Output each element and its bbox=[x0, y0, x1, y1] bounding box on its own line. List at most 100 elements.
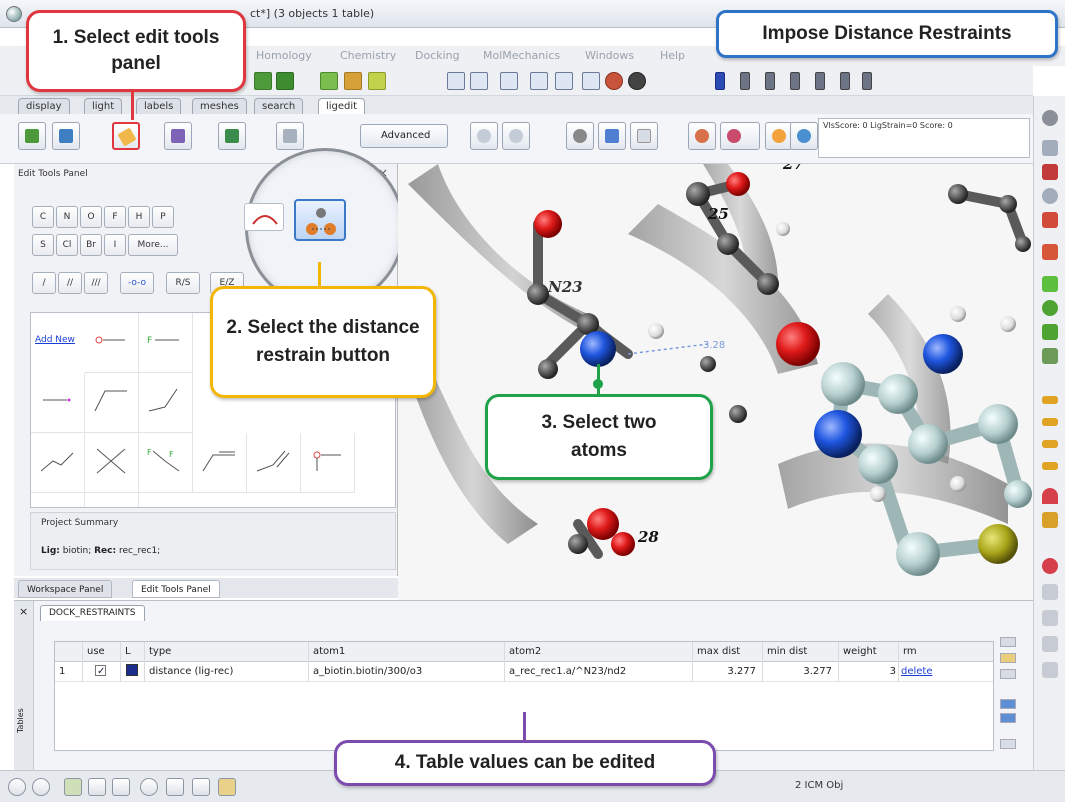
fragment-icon[interactable] bbox=[164, 122, 192, 150]
col-atom1[interactable]: atom1 bbox=[309, 642, 505, 662]
fragment-cell[interactable] bbox=[85, 313, 139, 373]
stop-icon[interactable] bbox=[8, 778, 26, 796]
table-icon[interactable] bbox=[630, 122, 658, 150]
undo-icon[interactable] bbox=[470, 122, 498, 150]
3d-viewport[interactable]: N23 25 27 28 3.28 bbox=[398, 164, 1033, 600]
bond-icon[interactable] bbox=[344, 72, 362, 90]
advanced-dropdown[interactable]: Advanced bbox=[360, 124, 448, 148]
col-use[interactable]: use bbox=[83, 642, 121, 662]
gear-icon[interactable] bbox=[1042, 110, 1058, 126]
green-circle-icon[interactable] bbox=[1042, 300, 1058, 316]
glasses-icon[interactable] bbox=[192, 778, 210, 796]
element-i-button[interactable]: I bbox=[104, 234, 126, 256]
menu-help[interactable]: Help bbox=[660, 49, 685, 62]
align4-icon[interactable] bbox=[1042, 462, 1058, 470]
col-l[interactable]: L bbox=[121, 642, 145, 662]
tab-light[interactable]: light bbox=[84, 98, 123, 114]
fragment-cell[interactable] bbox=[85, 433, 139, 493]
single-bond-button[interactable]: / bbox=[32, 272, 56, 294]
weight-cell[interactable]: 3 bbox=[839, 662, 899, 682]
tab-labels[interactable]: labels bbox=[136, 98, 182, 114]
fragment-cell[interactable] bbox=[85, 373, 139, 433]
menu-homology[interactable]: Homology bbox=[256, 49, 312, 62]
element-o-button[interactable]: O bbox=[80, 206, 102, 228]
split-icon[interactable] bbox=[1042, 636, 1058, 652]
pin1-icon[interactable] bbox=[715, 72, 725, 90]
align1-icon[interactable] bbox=[1042, 396, 1058, 404]
green-square-icon[interactable] bbox=[1042, 276, 1058, 292]
fragment-cell[interactable]: FF bbox=[139, 433, 193, 493]
table-row[interactable]: 1 distance (lig-rec) a_biotin.biotin/300… bbox=[55, 662, 993, 682]
tab-display[interactable]: display bbox=[18, 98, 70, 114]
ligand2-icon[interactable] bbox=[52, 122, 80, 150]
perspective-icon[interactable] bbox=[500, 72, 518, 90]
element-c-button[interactable]: C bbox=[32, 206, 54, 228]
col-min-dist[interactable]: min dist bbox=[763, 642, 839, 662]
box-icon[interactable] bbox=[530, 72, 548, 90]
grid-icon[interactable] bbox=[112, 778, 130, 796]
car-icon[interactable] bbox=[1042, 244, 1058, 260]
element-f-button[interactable]: F bbox=[104, 206, 126, 228]
element-s-button[interactable]: S bbox=[32, 234, 54, 256]
label-color-swatch[interactable] bbox=[126, 664, 138, 676]
sun-icon[interactable] bbox=[765, 122, 793, 150]
italic-icon[interactable] bbox=[582, 72, 600, 90]
col-atom2[interactable]: atom2 bbox=[505, 642, 693, 662]
fragment-cell[interactable] bbox=[85, 493, 139, 507]
copy-icon[interactable] bbox=[276, 122, 304, 150]
table-tool6-icon[interactable] bbox=[1000, 739, 1016, 749]
pin6-icon[interactable] bbox=[840, 72, 850, 90]
col-weight[interactable]: weight bbox=[839, 642, 899, 662]
target-icon[interactable] bbox=[566, 122, 594, 150]
element-h-button[interactable]: H bbox=[128, 206, 150, 228]
workspace-icon[interactable] bbox=[64, 778, 82, 796]
rotate-tool-button[interactable] bbox=[244, 203, 284, 231]
table-tool2-icon[interactable] bbox=[1000, 653, 1016, 663]
tab-edit-tools-panel[interactable]: Edit Tools Panel bbox=[132, 580, 220, 598]
element-n-button[interactable]: N bbox=[56, 206, 78, 228]
camera-icon[interactable] bbox=[166, 778, 184, 796]
fog-icon[interactable] bbox=[447, 72, 465, 90]
min-dist-cell[interactable]: 3.277 bbox=[763, 662, 839, 682]
col-max-dist[interactable]: max dist bbox=[693, 642, 763, 662]
fragment-cell[interactable] bbox=[301, 433, 355, 493]
more-elements-button[interactable]: More... bbox=[128, 234, 178, 256]
fragment-cell[interactable] bbox=[31, 493, 85, 507]
menu-molmechanics[interactable]: MolMechanics bbox=[483, 49, 560, 62]
chain-bond-button[interactable]: -o-o bbox=[120, 272, 154, 294]
redo-icon[interactable] bbox=[502, 122, 530, 150]
col-type[interactable]: type bbox=[145, 642, 309, 662]
atom1-cell[interactable]: a_biotin.biotin/300/o3 bbox=[309, 662, 505, 682]
triple-bond-button[interactable]: /// bbox=[84, 272, 108, 294]
double-bond-button[interactable]: // bbox=[58, 272, 82, 294]
cone-icon[interactable] bbox=[1042, 488, 1058, 504]
tab-workspace-panel[interactable]: Workspace Panel bbox=[18, 580, 113, 598]
atom2-cell[interactable]: a_rec_rec1.a/^N23/nd2 bbox=[505, 662, 693, 682]
menu-windows[interactable]: Windows bbox=[585, 49, 634, 62]
table-tool5-icon[interactable] bbox=[1000, 713, 1016, 723]
mol2-icon[interactable] bbox=[276, 72, 294, 90]
stereo-icon[interactable] bbox=[470, 72, 488, 90]
element-p-button[interactable]: P bbox=[152, 206, 174, 228]
pin3-icon[interactable] bbox=[765, 72, 775, 90]
element-br-button[interactable]: Br bbox=[80, 234, 102, 256]
grid-icon[interactable] bbox=[368, 72, 386, 90]
table-tool4-icon[interactable] bbox=[1000, 699, 1016, 709]
max-dist-cell[interactable]: 3.277 bbox=[693, 662, 763, 682]
rotate-icon[interactable] bbox=[1042, 140, 1058, 156]
chain-icon[interactable] bbox=[320, 72, 338, 90]
gear-icon[interactable] bbox=[140, 778, 158, 796]
tab-ligedit[interactable]: ligedit bbox=[318, 98, 366, 114]
palette-icon[interactable] bbox=[218, 778, 236, 796]
fragment-cell[interactable] bbox=[193, 433, 247, 493]
align2-icon[interactable] bbox=[1042, 418, 1058, 426]
as-icon[interactable] bbox=[1042, 348, 1058, 364]
sphere-icon[interactable] bbox=[605, 72, 623, 90]
mol-icon[interactable] bbox=[254, 72, 272, 90]
table-tool3-icon[interactable] bbox=[1000, 669, 1016, 679]
fragment-cell[interactable] bbox=[31, 373, 85, 433]
record-icon[interactable] bbox=[32, 778, 50, 796]
tab-meshes[interactable]: meshes bbox=[192, 98, 247, 114]
close-icon[interactable]: × bbox=[19, 605, 28, 618]
fragment-cell[interactable] bbox=[139, 373, 193, 433]
